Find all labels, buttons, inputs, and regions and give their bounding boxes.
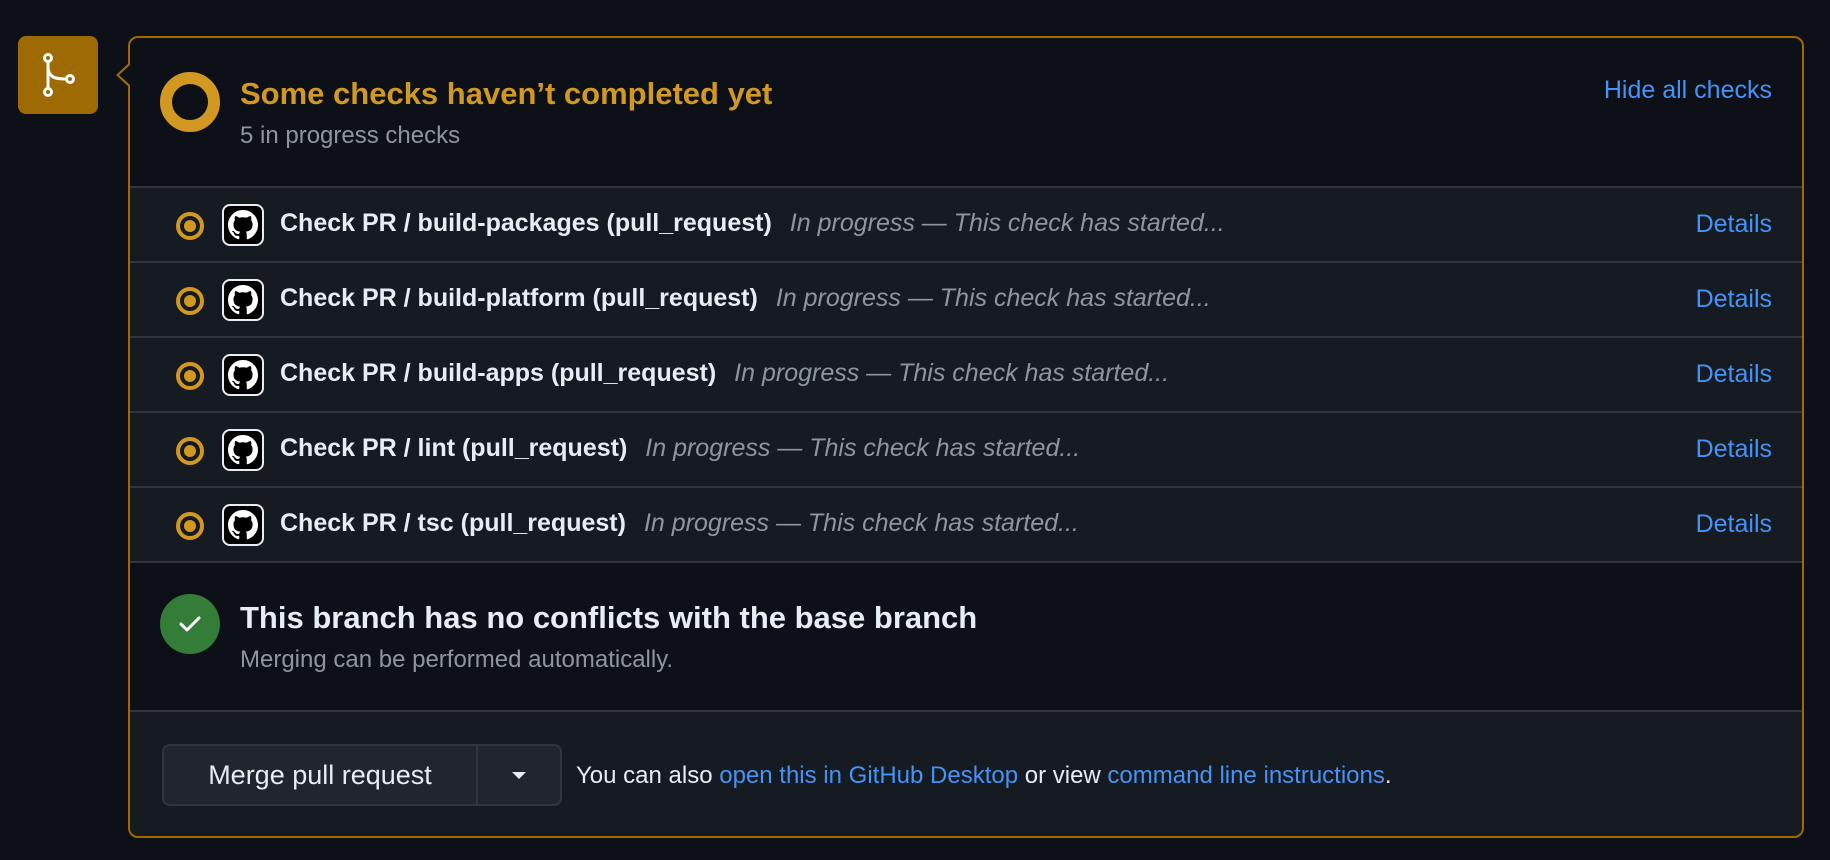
details-link[interactable]: Details	[1696, 210, 1772, 239]
check-name: Check PR / lint (pull_request)	[280, 434, 628, 462]
checks-list: Check PR / build-packages (pull_request)…	[130, 188, 1802, 563]
check-text: Check PR / lint (pull_request) In progres…	[280, 434, 1080, 463]
github-mark-icon[interactable]	[222, 429, 264, 471]
merge-options-dropdown[interactable]	[478, 746, 560, 804]
details-link[interactable]: Details	[1696, 435, 1772, 464]
merge-hint: You can also open this in GitHub Desktop…	[576, 762, 1392, 790]
details-link[interactable]: Details	[1696, 360, 1772, 389]
check-text: Check PR / build-apps (pull_request) In p…	[280, 359, 1169, 388]
check-name: Check PR / build-apps (pull_request)	[280, 359, 717, 387]
hint-suffix: .	[1384, 762, 1392, 789]
pending-ring-icon	[160, 72, 220, 132]
merge-pull-request-button[interactable]: Merge pull request	[164, 746, 478, 804]
merge-actions: Merge pull request You can also open thi…	[130, 712, 1802, 836]
check-row: Check PR / lint (pull_request) In progres…	[130, 413, 1802, 488]
merge-button-group: Merge pull request	[162, 744, 562, 806]
check-name: Check PR / build-platform (pull_request)	[280, 284, 758, 312]
hint-middle: or view	[1018, 762, 1108, 789]
details-link[interactable]: Details	[1696, 285, 1772, 314]
check-row: Check PR / build-packages (pull_request)…	[130, 188, 1802, 263]
merge-box: Some checks haven’t completed yet 5 in p…	[128, 36, 1804, 838]
check-icon	[160, 594, 220, 654]
hint-prefix: You can also	[576, 762, 720, 789]
merge-status-subtitle: Merging can be performed automatically.	[240, 646, 674, 673]
check-status: In progress — This check has started...	[645, 434, 1081, 462]
check-row: Check PR / build-apps (pull_request) In p…	[130, 338, 1802, 413]
check-text: Check PR / build-platform (pull_request)…	[280, 284, 1211, 313]
in-progress-dot-icon	[176, 512, 204, 540]
github-mark-icon[interactable]	[222, 354, 264, 396]
check-status: In progress — This check has started...	[789, 209, 1225, 237]
check-row: Check PR / build-platform (pull_request)…	[130, 263, 1802, 338]
check-text: Check PR / tsc (pull_request) In progress…	[280, 509, 1079, 538]
in-progress-dot-icon	[176, 362, 204, 390]
check-name: Check PR / build-packages (pull_request)	[280, 209, 772, 237]
details-link[interactable]: Details	[1696, 510, 1772, 539]
check-status: In progress — This check has started...	[643, 509, 1079, 537]
check-row: Check PR / tsc (pull_request) In progress…	[130, 488, 1802, 563]
panel-pointer-fill	[119, 65, 130, 85]
open-in-desktop-link[interactable]: open this in GitHub Desktop	[719, 762, 1018, 789]
command-line-instructions-link[interactable]: command line instructions	[1107, 762, 1384, 789]
in-progress-dot-icon	[176, 437, 204, 465]
in-progress-dot-icon	[176, 287, 204, 315]
check-status: In progress — This check has started...	[775, 284, 1211, 312]
check-name: Check PR / tsc (pull_request)	[280, 509, 626, 537]
in-progress-dot-icon	[176, 212, 204, 240]
merge-conflict-status: This branch has no conflicts with the ba…	[130, 562, 1802, 712]
checks-subtitle: 5 in progress checks	[240, 122, 461, 149]
github-mark-icon[interactable]	[222, 504, 264, 546]
triangle-down-icon	[512, 771, 526, 779]
github-mark-icon[interactable]	[222, 279, 264, 321]
github-mark-icon[interactable]	[222, 204, 264, 246]
checks-title: Some checks haven’t completed yet	[240, 76, 773, 111]
git-merge-icon	[18, 36, 98, 114]
hide-all-checks-link[interactable]: Hide all checks	[1604, 76, 1772, 105]
check-text: Check PR / build-packages (pull_request)…	[280, 209, 1225, 238]
check-status: In progress — This check has started...	[734, 359, 1170, 387]
checks-summary: Some checks haven’t completed yet 5 in p…	[130, 38, 1802, 188]
merge-status-title: This branch has no conflicts with the ba…	[240, 600, 978, 635]
